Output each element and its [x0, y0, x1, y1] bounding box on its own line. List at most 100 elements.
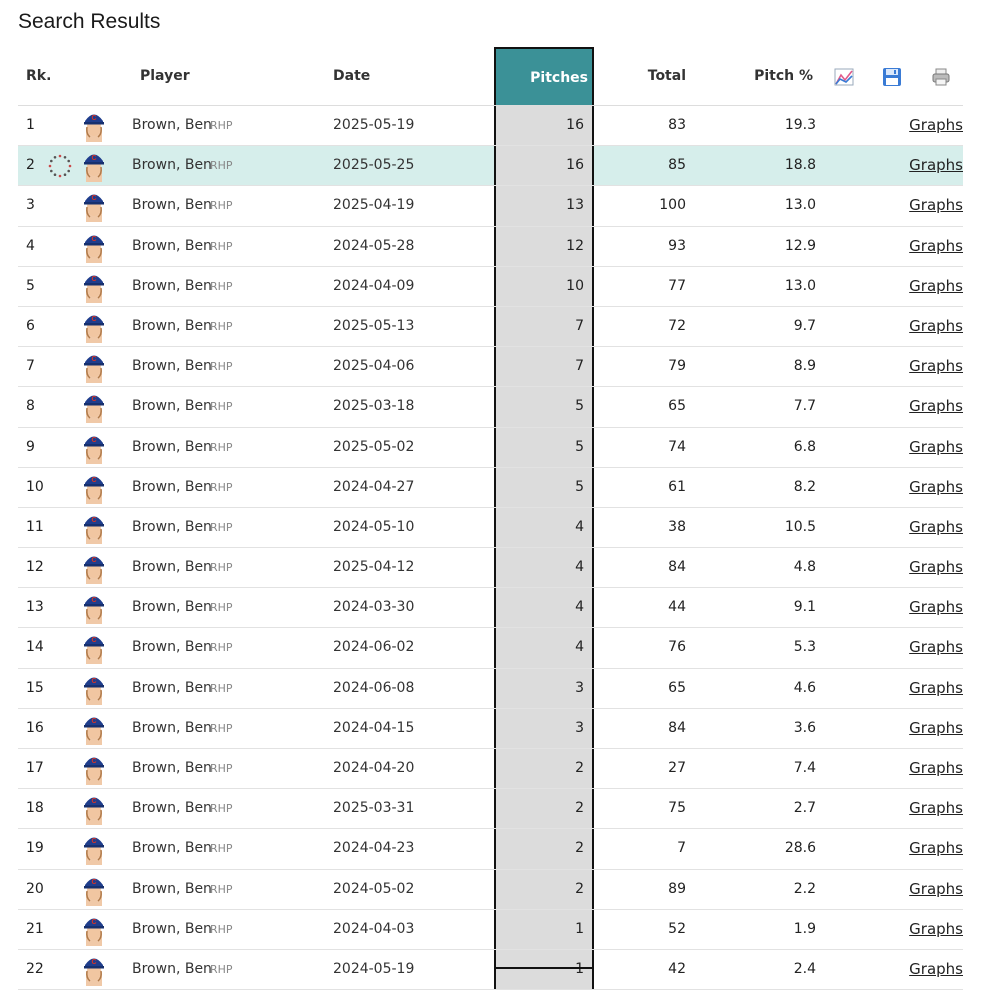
graphs-link[interactable]: Graphs	[898, 669, 963, 708]
player-name[interactable]: Brown, Ben	[132, 428, 212, 467]
player-name[interactable]: Brown, Ben	[132, 829, 212, 868]
player-name[interactable]: Brown, Ben	[132, 267, 212, 306]
graphs-link[interactable]: Graphs	[898, 428, 963, 467]
column-header-date[interactable]: Date	[333, 47, 370, 105]
player-name[interactable]: Brown, Ben	[132, 789, 212, 828]
graphs-link[interactable]: Graphs	[898, 307, 963, 346]
column-header-total[interactable]: Total	[598, 47, 686, 105]
graphs-link[interactable]: Graphs	[898, 186, 963, 225]
player-name[interactable]: Brown, Ben	[132, 387, 212, 426]
graphs-link[interactable]: Graphs	[898, 628, 963, 667]
table-row[interactable]: 20 C Brown, Ben RHP 2024-05-02 2 89 2.2 Graphs	[18, 869, 963, 910]
table-row[interactable]: 19 C Brown, Ben RHP 2024-04-23 2 7 28.6 Graphs	[18, 829, 963, 870]
player-name[interactable]: Brown, Ben	[132, 106, 212, 145]
pitches-cell: 1	[494, 909, 594, 949]
pitch-pct-cell: 3.6	[793, 719, 816, 736]
pitch-pct-cell: 2.7	[793, 800, 816, 817]
graphs-link[interactable]: Graphs	[898, 227, 963, 266]
table-row[interactable]: 2 C Brown, Ben RHP 2025-05-25 16 85 18.8 Graphs	[18, 146, 963, 187]
player-name[interactable]: Brown, Ben	[132, 347, 212, 386]
graphs-link[interactable]: Graphs	[898, 508, 963, 547]
date-cell: 2025-04-19	[333, 197, 415, 214]
player-name[interactable]: Brown, Ben	[132, 870, 212, 909]
player-name[interactable]: Brown, Ben	[132, 227, 212, 266]
graphs-link[interactable]: Graphs	[898, 749, 963, 788]
player-name[interactable]: Brown, Ben	[132, 588, 212, 627]
svg-text:C: C	[91, 798, 96, 805]
player-name[interactable]: Brown, Ben	[132, 548, 212, 587]
table-row[interactable]: 3 C Brown, Ben RHP 2025-04-19 13 100 13.0 Graphs	[18, 186, 963, 227]
table-row[interactable]: 4 C Brown, Ben RHP 2024-05-28 12 93 12.9 Graphs	[18, 226, 963, 267]
player-name[interactable]: Brown, Ben	[132, 749, 212, 788]
rank-cell: 19	[26, 840, 44, 857]
player-name[interactable]: Brown, Ben	[132, 468, 212, 507]
graphs-link[interactable]: Graphs	[898, 829, 963, 868]
pitches-cell: 2	[494, 789, 594, 829]
pitch-pct-cell: 12.9	[784, 237, 816, 254]
total-cell: 7	[677, 840, 686, 857]
table-row[interactable]: 13 C Brown, Ben RHP 2024-03-30 4 44 9.1 Graphs	[18, 588, 963, 629]
player-name[interactable]: Brown, Ben	[132, 950, 212, 989]
table-row[interactable]: 22 C Brown, BenRHP 2024-05-19 1 42 2.4 Graphs	[18, 949, 963, 991]
player-name[interactable]: Brown, Ben	[132, 186, 212, 225]
graphs-link[interactable]: Graphs	[898, 146, 963, 185]
player-name[interactable]: Brown, Ben	[132, 146, 212, 185]
table-row[interactable]: 18 C Brown, Ben RHP 2025-03-31 2 75 2.7 Graphs	[18, 789, 963, 830]
rank-cell: 15	[26, 679, 44, 696]
graphs-link[interactable]: Graphs	[898, 267, 963, 306]
graphs-link[interactable]: Graphs	[898, 910, 963, 949]
date-cell: 2025-05-02	[333, 438, 415, 455]
table-row[interactable]: 16 C Brown, Ben RHP 2024-04-15 3 84 3.6 Graphs	[18, 708, 963, 749]
player-name[interactable]: Brown, Ben	[132, 628, 212, 667]
graphs-link[interactable]: Graphs	[898, 588, 963, 627]
column-header-pitch-pct[interactable]: Pitch %	[718, 47, 813, 105]
player-name[interactable]: Brown, Ben	[132, 307, 212, 346]
table-row[interactable]: 12 C Brown, Ben RHP 2025-04-12 4 84 4.8 Graphs	[18, 548, 963, 589]
graphs-link[interactable]: Graphs	[898, 870, 963, 909]
graphs-link[interactable]: Graphs	[898, 548, 963, 587]
table-row[interactable]: 5 C Brown, Ben RHP 2024-04-09 10 77 13.0 Graphs	[18, 266, 963, 307]
graphs-link[interactable]: Graphs	[898, 789, 963, 828]
total-cell: 61	[668, 478, 686, 495]
pitch-pct-cell: 18.8	[784, 157, 816, 174]
table-row[interactable]: 14 C Brown, Ben RHP 2024-06-02 4 76 5.3 Graphs	[18, 628, 963, 669]
graphs-link[interactable]: Graphs	[898, 106, 963, 145]
column-header-player[interactable]: Player	[140, 47, 190, 105]
table-row[interactable]: 8 C Brown, Ben RHP 2025-03-18 5 65 7.7 Graphs	[18, 387, 963, 428]
table-row[interactable]: 7 C Brown, Ben RHP 2025-04-06 7 79 8.9 Graphs	[18, 347, 963, 388]
pitch-pct-cell: 9.7	[793, 317, 816, 334]
table-row[interactable]: 6 C Brown, Ben RHP 2025-05-13 7 72 9.7 Graphs	[18, 306, 963, 348]
total-cell: 72	[668, 317, 686, 334]
graphs-link[interactable]: Graphs	[898, 387, 963, 426]
table-row[interactable]: 17 C Brown, Ben RHP 2024-04-20 2 27 7.4 Graphs	[18, 749, 963, 790]
rank-cell: 10	[26, 478, 44, 495]
loading-spinner-icon	[48, 154, 72, 178]
total-cell: 65	[668, 679, 686, 696]
graphs-link[interactable]: Graphs	[898, 468, 963, 507]
graphs-link[interactable]: Graphs	[898, 347, 963, 386]
player-name[interactable]: Brown, Ben	[132, 508, 212, 547]
player-name[interactable]: Brown, Ben	[132, 709, 212, 748]
player-hand: RHP	[210, 601, 233, 615]
table-row[interactable]: 21 C Brown, Ben RHP 2024-04-03 1 52 1.9 Graphs	[18, 909, 963, 950]
graphs-link[interactable]: Graphs	[898, 709, 963, 748]
table-row[interactable]: 9 C Brown, Ben RHP 2025-05-02 5 74 6.8 Graphs	[18, 427, 963, 468]
date-cell: 2024-04-23	[333, 840, 415, 857]
total-cell: 44	[668, 599, 686, 616]
save-icon[interactable]	[882, 67, 902, 87]
svg-text:C: C	[91, 437, 96, 444]
player-avatar: C	[82, 432, 106, 464]
player-name[interactable]: Brown, Ben	[132, 669, 212, 708]
player-name[interactable]: Brown, Ben	[132, 910, 212, 949]
table-row[interactable]: 1 C Brown, Ben RHP 2025-05-19 16 83 19.3 Graphs	[18, 106, 963, 147]
rank-cell: 9	[26, 438, 35, 455]
table-row[interactable]: 11 C Brown, Ben RHP 2024-05-10 4 38 10.5 Graphs	[18, 507, 963, 549]
total-cell: 89	[668, 880, 686, 897]
column-header-rank[interactable]: Rk.	[26, 47, 51, 105]
table-row[interactable]: 10 C Brown, Ben RHP 2024-04-27 5 61 8.2 Graphs	[18, 467, 963, 508]
graphs-link[interactable]: Graphs	[898, 950, 963, 989]
print-icon[interactable]	[931, 67, 951, 87]
table-row[interactable]: 15 C Brown, Ben RHP 2024-06-08 3 65 4.6 Graphs	[18, 668, 963, 709]
chart-icon[interactable]	[834, 67, 854, 87]
column-header-pitches[interactable]: Pitches	[494, 47, 594, 105]
